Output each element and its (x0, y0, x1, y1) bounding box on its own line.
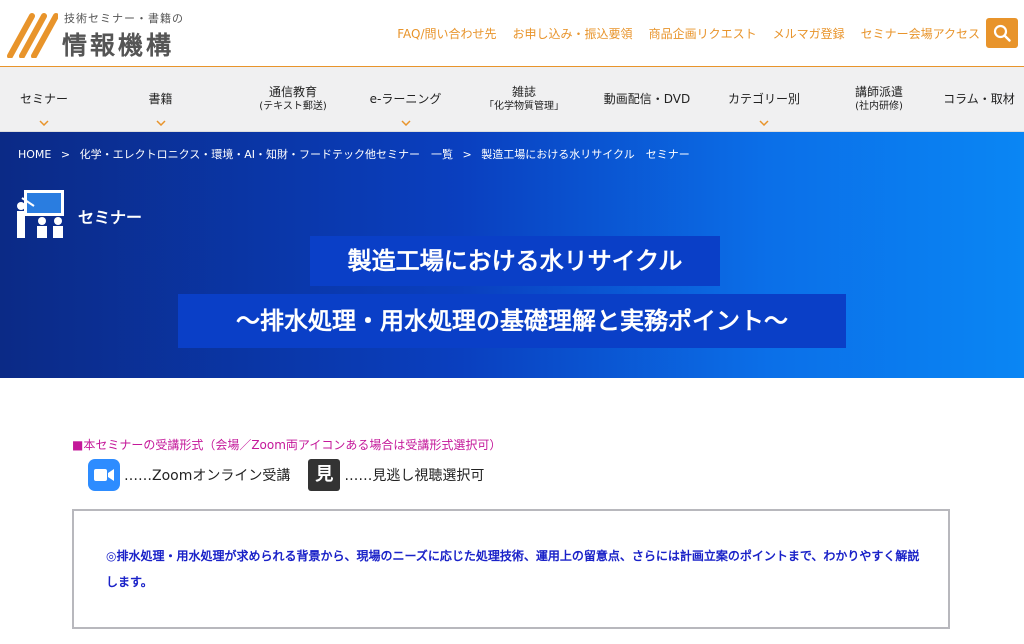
logo-stripes-icon (7, 13, 58, 58)
on-demand-icon: 見 (308, 459, 341, 491)
chevron-down-icon (39, 120, 49, 126)
breadcrumb-current: 製造工場における水リサイクル セミナー (481, 148, 690, 161)
description-box: ◎排水処理・用水処理が求められる背景から、現場のニーズに応じた処理技術、運用上の… (72, 509, 950, 629)
top-link-apply[interactable]: お申し込み・振込要領 (513, 25, 633, 42)
page-title-line2: 〜排水処理・用水処理の基礎理解と実務ポイント〜 (178, 294, 846, 348)
chevron-down-icon (400, 120, 411, 126)
breadcrumb: HOME > 化学・エレクトロニクス・環境・AI・知財・フードテック他セミナー … (18, 146, 696, 162)
nav-label: 通信教育 (268, 85, 317, 100)
main-nav: セミナー 書籍 通信教育 (テキスト郵送) e-ラーニング 雑誌 「化学物質管理… (0, 67, 1024, 132)
seminar-icon (17, 190, 64, 238)
logo-subtitle: 技術セミナー・書籍の (64, 12, 184, 25)
zoom-label: ……Zoomオンライン受講 (124, 468, 291, 484)
format-heading: ■本セミナーの受講形式（会場／Zoom両アイコンある場合は受講形式選択可） (72, 438, 502, 452)
search-icon (993, 24, 1011, 42)
page-title-line1: 製造工場における水リサイクル (310, 236, 720, 286)
section-label: セミナー (78, 208, 143, 227)
nav-item-magazine[interactable]: 雑誌 「化学物質管理」 (458, 67, 590, 131)
top-link-venue-access[interactable]: セミナー会場アクセス (861, 25, 980, 42)
nav-sublabel: 「化学物質管理」 (484, 101, 564, 113)
site-header: 技術セミナー・書籍の 情報機構 FAQ/問い合わせ先 お申し込み・振込要領 商品… (0, 0, 1024, 68)
zoom-icon (88, 459, 120, 491)
nav-item-seminar[interactable]: セミナー (0, 67, 88, 131)
breadcrumb-separator: > (60, 148, 71, 161)
nav-label: 雑誌 (511, 85, 536, 100)
breadcrumb-category[interactable]: 化学・エレクトロニクス・環境・AI・知財・フードテック他セミナー 一覧 (80, 148, 453, 161)
description-text: ◎排水処理・用水処理が求められる背景から、現場のニーズに応じた処理技術、運用上の… (106, 549, 920, 589)
nav-label: コラム・取材 (943, 91, 1015, 106)
nav-label: 書籍 (148, 91, 173, 106)
nav-item-elearning[interactable]: e-ラーニング (353, 67, 458, 131)
nav-label: 講師派遣 (854, 85, 903, 100)
top-link-newsletter[interactable]: メルマガ登録 (773, 25, 845, 42)
nav-sublabel: (社内研修) (855, 101, 903, 113)
top-link-faq[interactable]: FAQ/問い合わせ先 (397, 25, 496, 42)
nav-label: カテゴリー別 (727, 91, 800, 106)
nav-label: セミナー (19, 91, 68, 106)
nav-sublabel: (テキスト郵送) (259, 101, 327, 113)
top-links: FAQ/問い合わせ先 お申し込み・振込要領 商品企画リクエスト メルマガ登録 セ… (397, 25, 980, 42)
chevron-down-icon (155, 120, 166, 126)
nav-item-category[interactable]: カテゴリー別 (704, 67, 824, 131)
chevron-down-icon (759, 120, 769, 126)
nav-item-books[interactable]: 書籍 (88, 67, 233, 131)
nav-item-instructor[interactable]: 講師派遣 (社内研修) (824, 67, 934, 131)
nav-label: e-ラーニング (369, 91, 442, 106)
nav-item-video[interactable]: 動画配信・DVD (590, 67, 704, 131)
nav-label: 動画配信・DVD (603, 91, 691, 106)
breadcrumb-separator: > (462, 148, 472, 161)
logo-name: 情報機構 (62, 31, 175, 60)
hero-banner: HOME > 化学・エレクトロニクス・環境・AI・知財・フードテック他セミナー … (0, 132, 1024, 378)
site-logo[interactable]: 技術セミナー・書籍の 情報機構 (6, 6, 196, 62)
nav-item-column[interactable]: コラム・取材 (934, 67, 1024, 131)
top-link-request[interactable]: 商品企画リクエスト (649, 25, 757, 42)
nav-item-correspondence[interactable]: 通信教育 (テキスト郵送) (233, 67, 353, 131)
search-button[interactable] (986, 18, 1018, 48)
on-demand-label: ……見逃し視聴選択可 (344, 468, 485, 484)
breadcrumb-home[interactable]: HOME (18, 148, 51, 161)
format-row: ……Zoomオンライン受講 見 ……見逃し視聴選択可 (88, 459, 484, 491)
